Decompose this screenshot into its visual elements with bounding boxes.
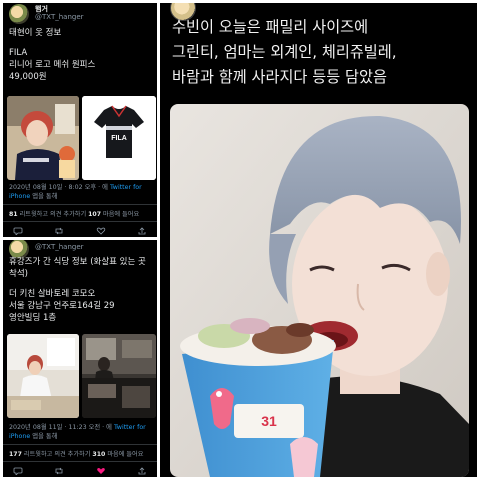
tweet-timestamp: 2020년 08월 11일 · 11:23 오전 · 에 Twitter for… [9, 423, 153, 441]
tweet-stats: 177 리트윗하고 의견 추가하기 310 마음에 들어요 [9, 449, 153, 458]
tweet-line: 휴강즈가 간 식당 정보 (화살표 있는 곳 [9, 257, 146, 267]
reply-icon[interactable] [13, 227, 23, 235]
client-suffix: 앱을 통해 [32, 433, 58, 440]
tweet-card-icecream: 수빈이 오늘은 패밀리 사이즈에 그린티, 엄마는 외계인, 체리쥬빌레, 바람… [160, 3, 477, 477]
tweet-line [9, 280, 153, 288]
like-count[interactable]: 107 [88, 211, 101, 218]
tweet-line: 태현이 옷 정보 [9, 28, 62, 38]
tweet-line: 그린티, 엄마는 외계인, 체리쥬빌레, [172, 43, 397, 61]
retweet-count[interactable]: 177 [9, 451, 22, 458]
timestamp-text: 2020년 08월 11일 · 11:23 오전 · 에 [9, 424, 112, 431]
client-suffix: 앱을 통해 [32, 193, 58, 200]
tweet-line: 49,000원 [9, 72, 47, 82]
reply-icon[interactable] [13, 467, 23, 475]
like-label: 마음에 들어요 [107, 451, 144, 458]
divider [3, 461, 157, 462]
tweet-line: 서울 강남구 언주로164길 29 [9, 301, 115, 311]
tweet-line: 더 키친 살바토레 코모오 [9, 289, 96, 299]
tweet-line: 바람과 함께 사라지다 등등 담았음 [172, 68, 387, 86]
tweet-photo-icecream[interactable]: 31 [170, 104, 469, 477]
tweet-photo-dress[interactable]: FILA [82, 96, 156, 180]
retweet-label: 리트윗하고 의견 추가하기 [19, 211, 87, 218]
tweet-photo-person[interactable] [7, 96, 79, 180]
tweet-actions [13, 467, 147, 475]
tweet-text: 수빈이 오늘은 패밀리 사이즈에 그린티, 엄마는 외계인, 체리쥬빌레, 바람… [172, 15, 469, 90]
share-icon[interactable] [137, 467, 147, 475]
divider [3, 221, 157, 222]
timestamp-text: 2020년 08월 10일 · 8:02 오후 · 에 [9, 184, 108, 191]
divider [3, 444, 157, 445]
baskin-robbins-logo: 31 [261, 413, 277, 429]
tweet-stats: 81 리트윗하고 의견 추가하기 107 마음에 들어요 [9, 209, 153, 218]
avatar[interactable] [9, 4, 29, 24]
like-count[interactable]: 310 [92, 451, 105, 458]
tweet-media: FILA [7, 96, 156, 180]
tweet-timestamp: 2020년 08월 10일 · 8:02 오후 · 에 Twitter for … [9, 183, 153, 201]
tweet-line: 착석) [9, 269, 28, 279]
client-link[interactable]: Twitter for [114, 424, 146, 431]
tweet-line: FILA [9, 48, 28, 58]
retweet-label: 리트윗하고 의견 추가하기 [23, 451, 91, 458]
user-handle[interactable]: @TXT_hanger [35, 13, 84, 21]
like-icon[interactable] [96, 227, 106, 235]
tweet-media [7, 334, 156, 418]
client-link[interactable]: Twitter for [110, 184, 142, 191]
fila-logo: FILA [111, 135, 127, 142]
like-label: 마음에 들어요 [103, 211, 140, 218]
tweet-photo-restaurant-2[interactable] [82, 334, 156, 418]
retweet-count[interactable]: 81 [9, 211, 18, 218]
tweet-card-restaurant: @TXT_hanger 휴강즈가 간 식당 정보 (화살표 있는 곳 착석) 더… [3, 240, 157, 477]
tweet-line: 영안빌딩 1층 [9, 313, 57, 323]
retweet-icon[interactable] [54, 467, 64, 475]
tweet-text: 태현이 옷 정보 FILA 리니어 로고 메쉬 원피스 49,000원 [9, 27, 153, 83]
client-link-2[interactable]: iPhone [9, 193, 30, 200]
divider [3, 204, 157, 205]
tweet-actions [13, 227, 147, 235]
tweet-card-outfit: 햄거 @TXT_hanger 태현이 옷 정보 FILA 리니어 로고 메쉬 원… [3, 3, 157, 237]
client-link-2[interactable]: iPhone [9, 433, 30, 440]
tweet-photo-restaurant-1[interactable] [7, 334, 79, 418]
tweet-header: 햄거 @TXT_hanger [7, 4, 153, 26]
tweet-line [9, 39, 153, 47]
user-handle[interactable]: @TXT_hanger [35, 243, 84, 251]
share-icon[interactable] [137, 227, 147, 235]
retweet-icon[interactable] [54, 227, 64, 235]
like-icon-active[interactable] [96, 467, 106, 475]
tweet-text: 휴강즈가 간 식당 정보 (화살표 있는 곳 착석) 더 키친 살바토레 코모오… [9, 256, 153, 324]
tweet-line: 수빈이 오늘은 패밀리 사이즈에 [172, 18, 369, 36]
tweet-line: 리니어 로고 메쉬 원피스 [9, 60, 96, 70]
